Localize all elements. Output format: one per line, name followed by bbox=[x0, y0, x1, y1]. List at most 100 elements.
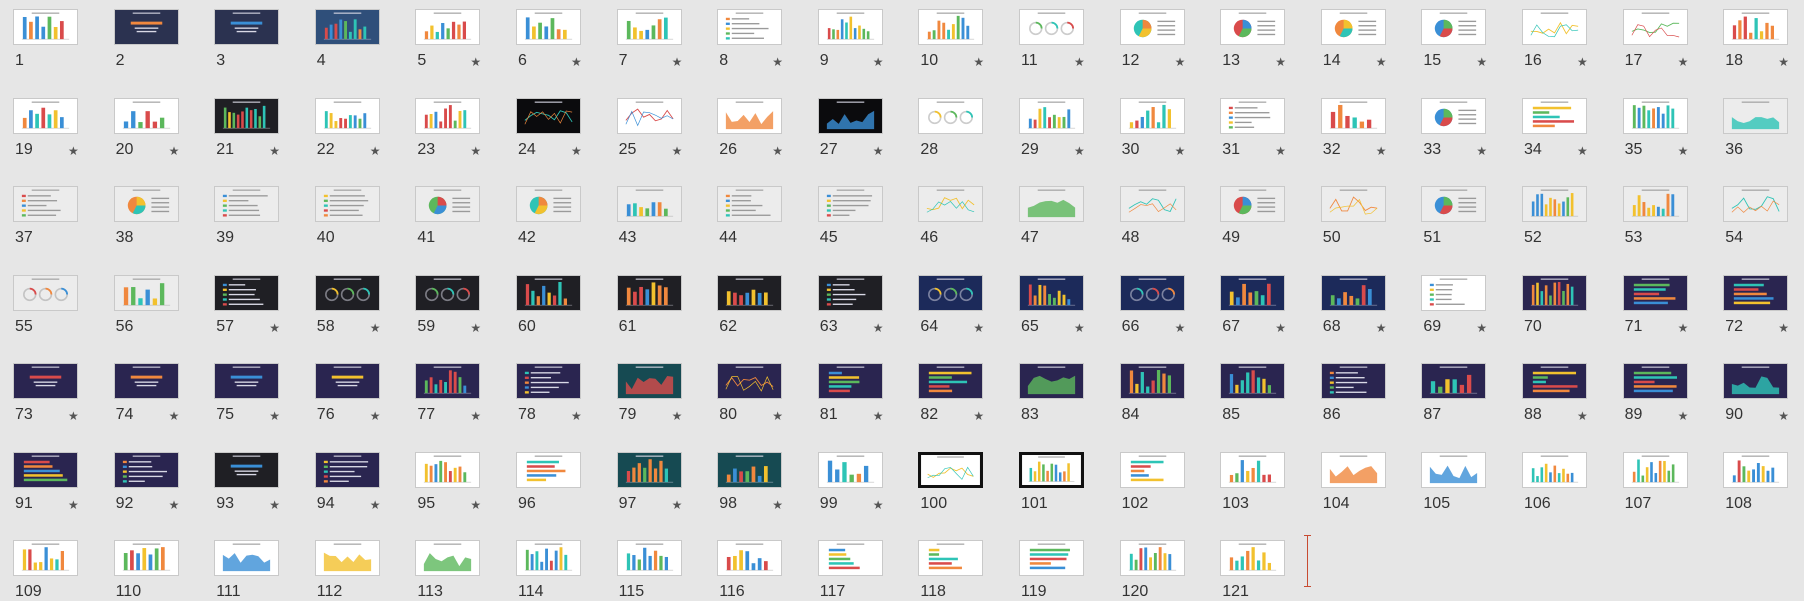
slide-preview[interactable] bbox=[1320, 274, 1386, 311]
slide-thumbnail[interactable]: 6 ★ bbox=[503, 0, 599, 70]
slide-preview[interactable] bbox=[1421, 97, 1487, 134]
animation-star-icon[interactable]: ★ bbox=[973, 55, 984, 69]
slide-preview[interactable] bbox=[415, 9, 481, 45]
animation-star-icon[interactable]: ★ bbox=[470, 409, 481, 423]
slide-preview[interactable] bbox=[314, 9, 380, 45]
slide-preview[interactable] bbox=[817, 9, 883, 45]
animation-star-icon[interactable]: ★ bbox=[1778, 55, 1789, 69]
animation-star-icon[interactable]: ★ bbox=[873, 321, 884, 335]
animation-star-icon[interactable]: ★ bbox=[269, 498, 280, 512]
animation-star-icon[interactable]: ★ bbox=[269, 321, 280, 335]
slide-preview[interactable] bbox=[1119, 451, 1185, 488]
slide-thumbnail[interactable]: 61 bbox=[604, 266, 700, 336]
slide-preview[interactable] bbox=[717, 540, 783, 576]
slide-preview[interactable] bbox=[918, 451, 984, 488]
slide-preview[interactable] bbox=[13, 363, 78, 399]
slide-preview[interactable] bbox=[1119, 186, 1185, 222]
slide-preview[interactable] bbox=[1320, 363, 1386, 399]
animation-star-icon[interactable]: ★ bbox=[1074, 55, 1085, 69]
slide-thumbnail[interactable]: 107 bbox=[1610, 443, 1706, 513]
animation-star-icon[interactable]: ★ bbox=[269, 144, 280, 158]
slide-preview[interactable] bbox=[415, 540, 481, 576]
animation-star-icon[interactable]: ★ bbox=[973, 409, 984, 423]
slide-thumbnail[interactable]: 50 bbox=[1308, 177, 1404, 247]
slide-preview[interactable] bbox=[817, 274, 883, 311]
animation-star-icon[interactable]: ★ bbox=[470, 498, 481, 512]
animation-star-icon[interactable]: ★ bbox=[1275, 144, 1286, 158]
slide-thumbnail[interactable]: 72 ★ bbox=[1710, 266, 1804, 336]
slide-preview[interactable] bbox=[1723, 363, 1789, 399]
slide-thumbnail[interactable]: 76 ★ bbox=[302, 354, 398, 424]
slide-thumbnail[interactable]: 104 bbox=[1308, 443, 1404, 513]
slide-thumbnail[interactable]: 79 ★ bbox=[604, 354, 700, 424]
slide-preview[interactable] bbox=[817, 97, 883, 134]
animation-star-icon[interactable]: ★ bbox=[269, 409, 280, 423]
slide-thumbnail[interactable]: 12 ★ bbox=[1107, 0, 1203, 70]
slide-thumbnail[interactable]: 35 ★ bbox=[1610, 89, 1706, 159]
slide-preview[interactable] bbox=[817, 451, 883, 488]
slide-preview[interactable] bbox=[13, 540, 78, 576]
slide-thumbnail[interactable]: 52 bbox=[1509, 177, 1605, 247]
animation-star-icon[interactable]: ★ bbox=[772, 498, 783, 512]
slide-thumbnail[interactable]: 43 bbox=[604, 177, 700, 247]
slide-preview[interactable] bbox=[1522, 9, 1587, 45]
slide-preview[interactable] bbox=[1421, 274, 1487, 311]
slide-preview[interactable] bbox=[314, 97, 380, 134]
slide-thumbnail[interactable]: 85 bbox=[1207, 354, 1303, 424]
slide-preview[interactable] bbox=[113, 97, 179, 134]
slide-preview[interactable] bbox=[1622, 274, 1688, 311]
slide-thumbnail[interactable]: 98 ★ bbox=[704, 443, 800, 513]
slide-thumbnail[interactable]: 103 bbox=[1207, 443, 1303, 513]
animation-star-icon[interactable]: ★ bbox=[672, 409, 683, 423]
slide-thumbnail[interactable]: 2 bbox=[101, 0, 197, 70]
slide-thumbnail[interactable]: 55 bbox=[0, 266, 96, 336]
slide-preview[interactable] bbox=[516, 540, 581, 576]
slide-preview[interactable] bbox=[113, 451, 179, 488]
slide-preview[interactable] bbox=[1320, 186, 1386, 222]
slide-preview[interactable] bbox=[918, 363, 984, 399]
animation-star-icon[interactable]: ★ bbox=[68, 409, 79, 423]
animation-star-icon[interactable]: ★ bbox=[1175, 55, 1186, 69]
slide-preview[interactable] bbox=[314, 274, 380, 311]
slide-preview[interactable] bbox=[214, 540, 280, 576]
slide-preview[interactable] bbox=[717, 97, 783, 134]
slide-preview[interactable] bbox=[415, 451, 481, 488]
slide-thumbnail[interactable]: 44 bbox=[704, 177, 800, 247]
animation-star-icon[interactable]: ★ bbox=[672, 498, 683, 512]
animation-star-icon[interactable]: ★ bbox=[1678, 55, 1689, 69]
slide-preview[interactable] bbox=[918, 186, 984, 222]
slide-thumbnail[interactable]: 68 ★ bbox=[1308, 266, 1404, 336]
slide-thumbnail[interactable]: 96 bbox=[503, 443, 599, 513]
slide-thumbnail[interactable]: 1 bbox=[0, 0, 96, 70]
slide-thumbnail[interactable]: 78 ★ bbox=[503, 354, 599, 424]
animation-star-icon[interactable]: ★ bbox=[1678, 144, 1689, 158]
slide-preview[interactable] bbox=[13, 274, 78, 311]
slide-preview[interactable] bbox=[1119, 363, 1185, 399]
slide-preview[interactable] bbox=[214, 97, 280, 134]
animation-star-icon[interactable]: ★ bbox=[1074, 321, 1085, 335]
slide-preview[interactable] bbox=[616, 363, 682, 399]
slide-preview[interactable] bbox=[717, 274, 783, 311]
animation-star-icon[interactable]: ★ bbox=[973, 321, 984, 335]
slide-preview[interactable] bbox=[918, 540, 984, 576]
slide-thumbnail[interactable]: 80 ★ bbox=[704, 354, 800, 424]
slide-thumbnail[interactable]: 34 ★ bbox=[1509, 89, 1605, 159]
slide-thumbnail[interactable]: 102 bbox=[1107, 443, 1203, 513]
animation-star-icon[interactable]: ★ bbox=[1175, 321, 1186, 335]
slide-preview[interactable] bbox=[113, 363, 179, 399]
animation-star-icon[interactable]: ★ bbox=[1376, 144, 1387, 158]
slide-preview[interactable] bbox=[616, 186, 682, 222]
slide-preview[interactable] bbox=[1421, 363, 1487, 399]
slide-thumbnail[interactable]: 83 bbox=[1006, 354, 1102, 424]
slide-thumbnail[interactable]: 39 bbox=[201, 177, 297, 247]
slide-preview[interactable] bbox=[717, 363, 783, 399]
slide-thumbnail[interactable]: 4 bbox=[302, 0, 398, 70]
slide-thumbnail[interactable]: 49 bbox=[1207, 177, 1303, 247]
slide-thumbnail[interactable]: 18 ★ bbox=[1710, 0, 1804, 70]
slide-thumbnail[interactable]: 41 bbox=[402, 177, 498, 247]
slide-preview[interactable] bbox=[1119, 9, 1185, 45]
slide-thumbnail[interactable]: 60 bbox=[503, 266, 599, 336]
slide-preview[interactable] bbox=[717, 451, 783, 488]
slide-thumbnail[interactable]: 20 ★ bbox=[101, 89, 197, 159]
slide-preview[interactable] bbox=[616, 274, 682, 311]
